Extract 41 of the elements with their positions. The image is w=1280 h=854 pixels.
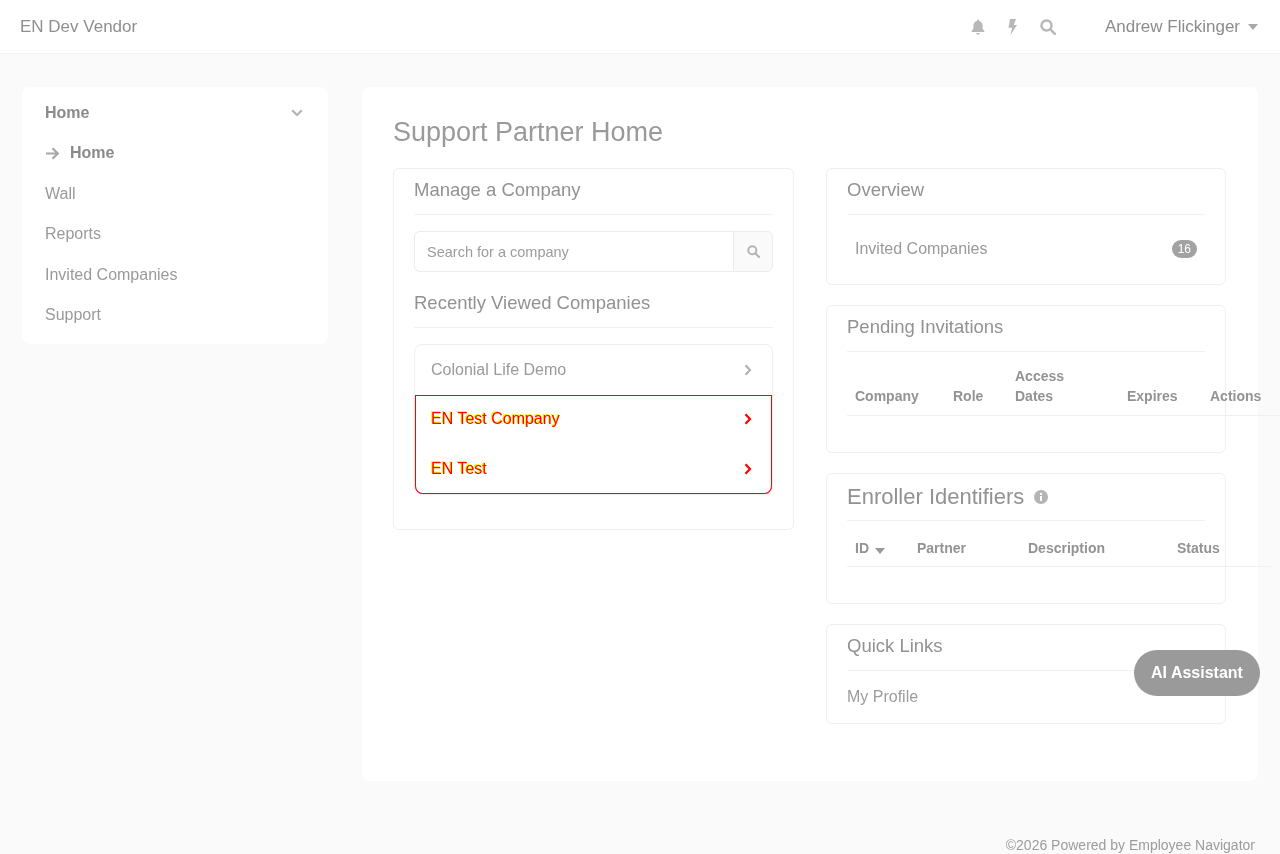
section-title: Recently Viewed Companies <box>414 282 773 328</box>
search-field[interactable]: Search for a company <box>414 231 733 272</box>
info-icon[interactable] <box>1034 490 1049 504</box>
sidebar-item[interactable]: Support <box>45 306 102 325</box>
sidebar-group-header[interactable]: Home <box>22 93 328 133</box>
card-title: Enroller Identifiers <box>847 483 1025 511</box>
lightning-bolt-icon[interactable] <box>1006 18 1018 35</box>
sidebar-item[interactable]: Home <box>70 144 115 163</box>
bell-icon[interactable] <box>970 18 985 35</box>
search-icon[interactable] <box>1039 18 1056 35</box>
column-header: Partner <box>917 539 967 558</box>
caret-icon <box>1248 23 1258 30</box>
search-button[interactable] <box>733 231 773 272</box>
sidebar-item[interactable]: Wall <box>45 184 76 203</box>
company-list-item[interactable]: EN Test Company <box>415 394 772 444</box>
column-header: Access Dates <box>1015 367 1065 406</box>
search-icon <box>746 245 760 258</box>
company-list-item[interactable]: Colonial Life Demo <box>415 345 772 395</box>
card-title: Pending Invitations <box>847 306 1205 352</box>
column-header: ID <box>855 539 869 558</box>
column-header: Company <box>855 387 919 406</box>
overview-link[interactable]: Invited Companies <box>855 240 988 258</box>
column-header: Description <box>1028 539 1105 558</box>
chevron-right-icon <box>744 462 752 475</box>
chevron-right-icon <box>744 413 752 426</box>
column-header: Status <box>1177 539 1220 558</box>
quick-link[interactable]: My Profile <box>847 683 919 711</box>
footer-text: ©2026 Powered by Employee Navigator <box>1005 837 1255 853</box>
card-title: Manage a Company <box>414 169 773 215</box>
company-list-item[interactable]: EN Test <box>415 444 772 494</box>
column-header: Actions <box>1210 387 1262 406</box>
user-menu-button[interactable]: Andrew Flickinger <box>1104 16 1258 37</box>
count-badge: 16 <box>1171 240 1197 258</box>
brand-name: EN Dev Vendor <box>20 16 138 37</box>
column-header: Expires <box>1127 387 1178 406</box>
column-header: Role <box>953 387 984 406</box>
page-title: Support Partner Home <box>393 116 665 149</box>
sidebar-item[interactable]: Invited Companies <box>45 265 178 284</box>
card-title: Overview <box>847 169 1205 215</box>
chevron-right-icon <box>744 363 752 376</box>
sidebar-item[interactable]: Reports <box>45 225 102 244</box>
